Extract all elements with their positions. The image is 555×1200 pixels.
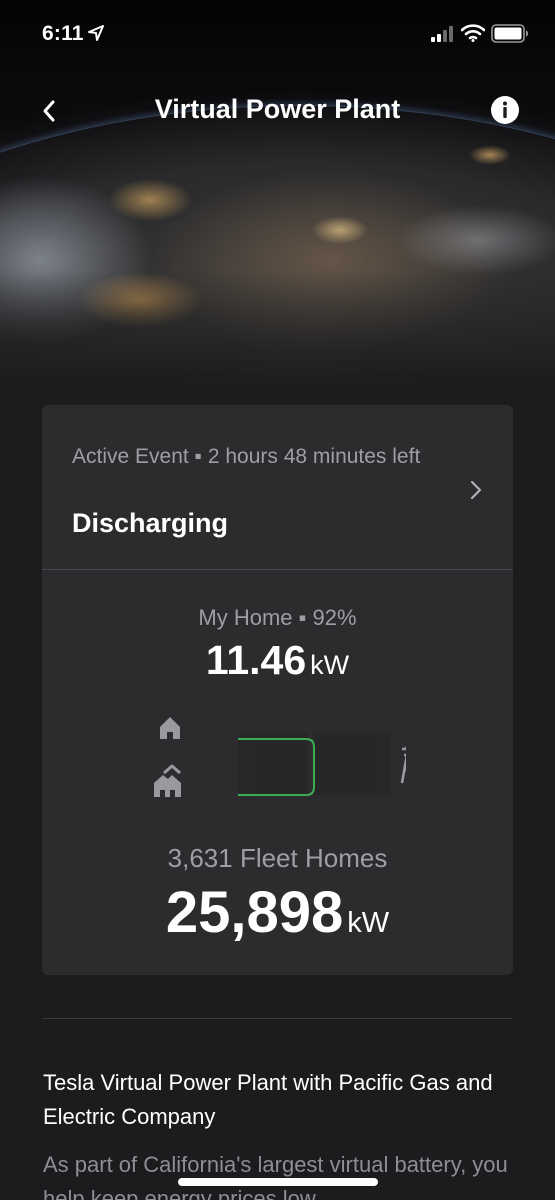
fleet-power-value: 25,898	[165, 880, 344, 945]
fleet-homes-icon	[154, 764, 181, 797]
navigation-bar: Virtual Power Plant	[0, 85, 555, 135]
active-event-status: Discharging	[72, 508, 229, 538]
tower-shape	[400, 747, 406, 784]
fleet-power-unit: kW	[347, 907, 390, 939]
my-home-power-value: 11.46	[205, 637, 307, 683]
my-home-power-unit: kW	[310, 650, 350, 680]
vpp-status-card: Active Event ▪ 2 hours 48 minutes left D…	[42, 405, 513, 975]
my-home-label: My Home ▪ 92%	[198, 605, 357, 630]
battery-icon	[491, 24, 528, 43]
signal-icon	[431, 26, 453, 42]
home-indicator[interactable]	[178, 1178, 378, 1186]
earth-atmosphere-limb	[0, 105, 555, 390]
status-bar: 6:11	[0, 0, 555, 70]
section-divider	[42, 1018, 513, 1019]
page-title: Virtual Power Plant	[154, 94, 401, 124]
wifi-icon	[461, 24, 485, 42]
power-flow-diagram	[154, 717, 406, 797]
chevron-right-icon	[470, 480, 482, 500]
home-icon	[160, 717, 180, 739]
about-title: Tesla Virtual Power Plant with Pacific G…	[43, 1070, 493, 1129]
fleet-power: 25,898 kW	[42, 879, 513, 946]
location-arrow-icon	[88, 25, 104, 41]
fleet-homes-label: 3,631 Fleet Homes	[167, 843, 388, 873]
info-icon[interactable]	[490, 95, 520, 125]
my-home-power: 11.46 kW	[42, 637, 513, 684]
card-divider	[42, 569, 513, 570]
about-description: As part of California's largest virtual …	[43, 1152, 508, 1200]
active-event-subtitle: Active Event ▪ 2 hours 48 minutes left	[72, 445, 421, 468]
status-time: 6:11	[42, 22, 84, 45]
